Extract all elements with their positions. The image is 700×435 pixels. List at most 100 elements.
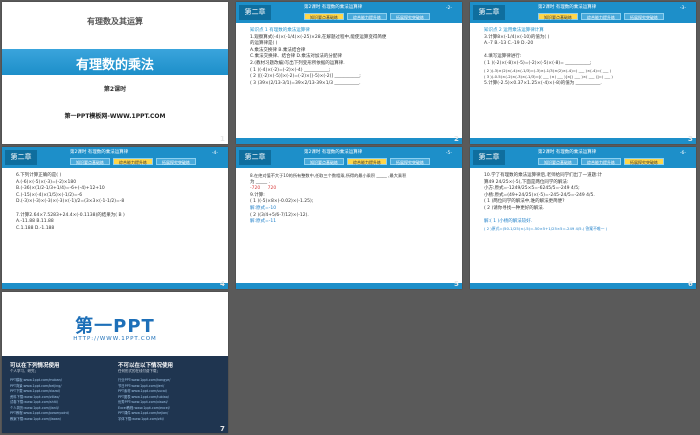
brand-logo: 第一PPT	[75, 316, 155, 337]
slide-3-content: 知识点 2 运用乘法运算律计算 3.计算8×(-1/4)×(-10)的值为( )…	[484, 28, 686, 87]
slide-number-6: 6	[688, 280, 693, 288]
chapter-badge: 第二章	[473, 150, 505, 165]
cannot-use-sub: 任何形式的在线付费下载；	[118, 369, 160, 373]
header-tabs: 知识要点基础练 综合能力提升练 拓展探究突破练	[538, 13, 664, 20]
slide-thumbnail-6[interactable]: 第二章 第2课时 有理数的乘法运算律 知识要点基础练 综合能力提升练 拓展探究突…	[470, 147, 696, 289]
tab-comprehensive[interactable]: 综合能力提升练	[581, 13, 621, 20]
page-indicator: -6-	[679, 151, 686, 156]
knowledge-point: 知识点 2 运用乘法运算律计算	[484, 28, 544, 33]
question-line: 2.(教材习题改编)写出下列变形所依据的运算律.	[250, 60, 345, 66]
cannot-use-title: 不可以在以下情况使用	[118, 363, 174, 369]
slide-header: 第二章 第2课时 有理数的乘法运算律 知识要点基础练 综合能力提升练 拓展探究突…	[236, 2, 462, 23]
resource-link[interactable]: PPT模板:www.1ppt.com/moban/	[10, 378, 69, 384]
question-line: ( 2 )请你寻找一种更好的解法.	[484, 205, 545, 211]
slide-number-3: 3	[688, 135, 693, 143]
slide-footer-bar	[236, 283, 462, 289]
question-line: 1.观察算式(-4)×(-1/4)×(-25)×28,在解题过程中,能使运算变得…	[250, 34, 387, 40]
slide-thumbnail-5[interactable]: 第二章 第2课时 有理数的乘法运算律 知识要点基础练 综合能力提升练 拓展探究突…	[236, 147, 462, 289]
chapter-badge: 第二章	[5, 150, 37, 165]
question-line: 小方:原式=-1249/25×5=-6245/5=-249 4/5;	[484, 186, 580, 192]
resource-link[interactable]: 字体下载:www.1ppt.com/ziti/	[118, 417, 170, 423]
option-line: C.1.188 D.-1.188	[16, 225, 55, 231]
page-indicator: -5-	[445, 151, 452, 156]
slide-thumbnail-1[interactable]: 有理数及其运算 有理数的乘法 第2课时 第一PPT模板网-WWW.1PPT.CO…	[2, 2, 228, 144]
tab-comprehensive[interactable]: 综合能力提升练	[347, 13, 387, 20]
slide-7-info-panel: 可以在下列情况使用 个人学习、研究； 不可以在以下情况使用 任何形式的在线付费下…	[2, 356, 228, 433]
tab-extension[interactable]: 拓展探究突破练	[156, 158, 196, 165]
option-line: A.-11.88 B.11.88	[16, 219, 54, 225]
slide-footer-bar	[470, 283, 696, 289]
slide-number-2: 2	[454, 135, 459, 143]
tab-comprehensive[interactable]: 综合能力提升练	[581, 158, 621, 165]
resource-link[interactable]: 教案下载:www.1ppt.com/jiaoan/	[10, 417, 69, 423]
tab-basic[interactable]: 知识要点基础练	[538, 13, 578, 20]
question-line: ( 1 )(-2)×(-8)×(-5)=(-2)×(-5)×(-8)= ____…	[484, 60, 592, 66]
links-right: 行业PPT:www.1ppt.com/hangye/ 节日PPT:www.1pp…	[118, 378, 170, 422]
solution-line: ( 2 )原式=(50-1/25)×(-5)=-50×5+1/25×5=-249…	[484, 225, 608, 231]
tab-comprehensive[interactable]: 综合能力提升练	[347, 158, 387, 165]
question-line: 5.计算(-2.5)×0.37×1.25×(-4)×(-8)的值为 ______…	[484, 80, 602, 86]
links-left: PPT模板:www.1ppt.com/moban/ PPT背景:www.1ppt…	[10, 378, 69, 422]
tab-comprehensive[interactable]: 综合能力提升练	[113, 158, 153, 165]
answer-max: 720	[267, 186, 277, 192]
slide-1-footer-text: 第一PPT模板网-WWW.1PPT.COM	[64, 113, 166, 120]
tab-extension[interactable]: 拓展探究突破练	[390, 13, 430, 20]
can-use-sub: 个人学习、研究；	[10, 369, 38, 373]
slide-7-logo-area: 第一PPT HTTP://WWW.1PPT.COM	[2, 292, 228, 356]
tab-basic[interactable]: 知识要点基础练	[70, 158, 110, 165]
knowledge-point: 知识点 1 有理数的乘法运算律	[250, 28, 310, 33]
slide-1-course: 有理数及其运算	[87, 17, 143, 26]
slide-header: 第二章 第2课时 有理数的乘法运算律 知识要点基础练 综合能力提升练 拓展探究突…	[470, 147, 696, 168]
option-line: D.(-3)×(-3)×(-3)×(-3)×(-1)/2=(3×3×(-1-1/…	[16, 199, 125, 205]
question-line: ( 3 )(-0.5)×(-2)×(-3)×(-1/3)=[( ___ )×( …	[484, 74, 613, 80]
page-indicator: -2-	[445, 6, 452, 11]
slide-header: 第二章 第2课时 有理数的乘法运算律 知识要点基础练 综合能力提升练 拓展探究突…	[2, 147, 228, 168]
slide-5-content: 8.在绝对值不大于10的所有整数中,任取三个数相乘,所得的最小乘积 _____ …	[250, 173, 452, 226]
slide-number-4: 4	[220, 280, 225, 288]
question-line: ( 1 )两位同学的解法中,谁的解法更简便?	[484, 199, 565, 205]
header-tabs: 知识要点基础练 综合能力提升练 拓展探究突破练	[304, 158, 430, 165]
header-tabs: 知识要点基础练 综合能力提升练 拓展探究突破练	[538, 158, 664, 165]
slide-thumbnail-4[interactable]: 第二章 第2课时 有理数的乘法运算律 知识要点基础练 综合能力提升练 拓展探究突…	[2, 147, 228, 289]
slide-1-title: 有理数的乘法	[75, 58, 154, 73]
slide-header: 第二章 第2课时 有理数的乘法运算律 知识要点基础练 综合能力提升练 拓展探究突…	[470, 2, 696, 23]
answer-min: -720	[250, 186, 261, 192]
tab-basic[interactable]: 知识要点基础练	[304, 158, 344, 165]
resource-link[interactable]: 行业PPT:www.1ppt.com/hangye/	[118, 378, 170, 384]
chapter-badge: 第二章	[239, 5, 271, 20]
chapter-badge: 第二章	[239, 150, 271, 165]
question-line: 10.学了有理数的乘法运算律后,老师给同学们出了一道题:计	[484, 173, 603, 178]
slide-number-5: 5	[454, 280, 459, 288]
slide-thumbnail-7[interactable]: 第一PPT HTTP://WWW.1PPT.COM 可以在下列情况使用 个人学习…	[2, 292, 228, 433]
resource-link[interactable]: PPT素材:www.1ppt.com/sucai/	[118, 389, 170, 395]
tab-extension[interactable]: 拓展探究突破练	[624, 13, 664, 20]
answer-values: -720 720	[250, 186, 452, 193]
tab-extension[interactable]: 拓展探究突破练	[624, 158, 664, 165]
slide-4-content: 6.下列计算正确的是( ) A.(-6)×(-5)×(-3)=(-2)×180 …	[16, 173, 218, 232]
slide-thumbnail-2[interactable]: 第二章 第2课时 有理数的乘法运算律 知识要点基础练 综合能力提升练 拓展探究突…	[236, 2, 462, 144]
brand-url: HTTP://WWW.1PPT.COM	[73, 336, 157, 342]
resource-link[interactable]: PPT课件:www.1ppt.com/kejian/	[118, 411, 170, 417]
question-line: 4.填写运算律进行:	[484, 54, 522, 60]
question-line: 8.在绝对值不大于10的所有整数中,任取三个数相乘,所得的最小乘积 _____ …	[250, 173, 407, 178]
solution-line: 解:原式=-10	[250, 205, 277, 211]
chapter-badge: 第二章	[473, 5, 505, 20]
slide-footer-bar	[236, 138, 462, 144]
question-line: ( 2 )(-3)×(2)×(-4)×(-1/3)=(-3)×(-1/3)×(2…	[484, 67, 612, 73]
slide-thumbnail-3[interactable]: 第二章 第2课时 有理数的乘法运算律 知识要点基础练 综合能力提升练 拓展探究突…	[470, 2, 696, 144]
option-line: C.乘法交换律、结合律 D.乘法对加法的分配律	[250, 54, 342, 60]
page-indicator: -3-	[679, 6, 686, 11]
tab-basic[interactable]: 知识要点基础练	[538, 158, 578, 165]
question-line: ( 2 )(3/4+5/6-7/12)×(-12).	[250, 212, 309, 218]
slide-number-7: 7	[220, 425, 225, 433]
question-line: 的运算律是( )	[250, 41, 278, 47]
tab-extension[interactable]: 拓展探究突破练	[390, 158, 430, 165]
lesson-subtitle: 第2课时 有理数的乘法运算律	[538, 5, 597, 10]
tab-basic[interactable]: 知识要点基础练	[304, 13, 344, 20]
resource-link[interactable]: 优秀PPT:www.1ppt.com/xiazai/	[118, 400, 170, 406]
lesson-subtitle: 第2课时 有理数的乘法运算律	[70, 150, 129, 155]
slide-number-1: 1	[220, 135, 225, 143]
page-indicator: -4-	[211, 151, 218, 156]
resource-link[interactable]: PPT教程:www.1ppt.com/powerpoint/	[10, 411, 69, 417]
